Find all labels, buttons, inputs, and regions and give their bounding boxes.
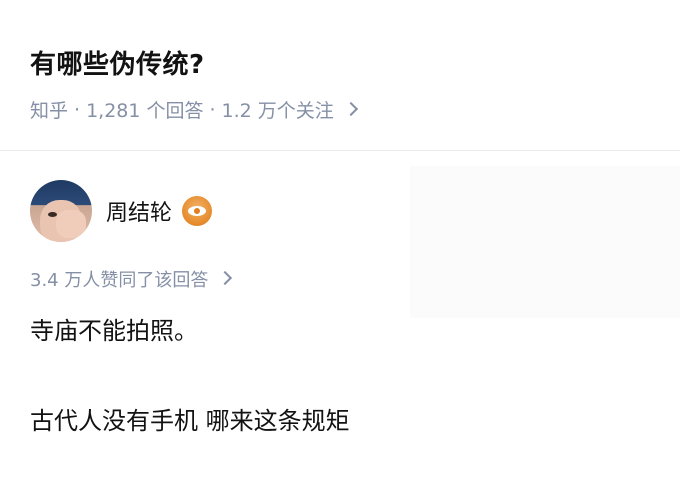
source-label: 知乎 [30, 100, 69, 122]
side-panel [410, 166, 680, 318]
meta-separator: · [209, 98, 216, 121]
author-name[interactable]: 周结轮 [106, 195, 172, 227]
avatar-eye [48, 212, 57, 217]
badge-pupil [193, 207, 202, 215]
avatar-hand [56, 210, 86, 238]
answer-paragraph: 古代人没有手机 哪来这条规矩 [30, 407, 350, 435]
avatar[interactable] [30, 180, 92, 242]
question-header: 有哪些伪传统? 知乎 · 1,281 个回答 · 1.2 万个关注 [0, 0, 680, 150]
question-title[interactable]: 有哪些伪传统? [30, 44, 205, 81]
divider [0, 150, 680, 151]
chevron-right-icon [218, 270, 233, 286]
chevron-right-icon [343, 101, 358, 116]
answer-paragraph: 寺庙不能拍照。 [30, 317, 198, 345]
follower-count: 1.2 万个关注 [221, 100, 334, 122]
question-meta[interactable]: 知乎 · 1,281 个回答 · 1.2 万个关注 [30, 96, 358, 123]
vote-summary-text: 3.4 万人赞同了该回答 [30, 270, 209, 291]
eye-badge-icon[interactable] [182, 196, 213, 226]
answer-author[interactable]: 周结轮 [30, 180, 213, 242]
answer-body: 寺庙不能拍照。 古代人没有手机 哪来这条规矩 [30, 314, 670, 438]
vote-summary[interactable]: 3.4 万人赞同了该回答 [30, 266, 233, 292]
answer-count: 1,281 个回答 [86, 100, 204, 122]
meta-separator: · [74, 98, 81, 121]
